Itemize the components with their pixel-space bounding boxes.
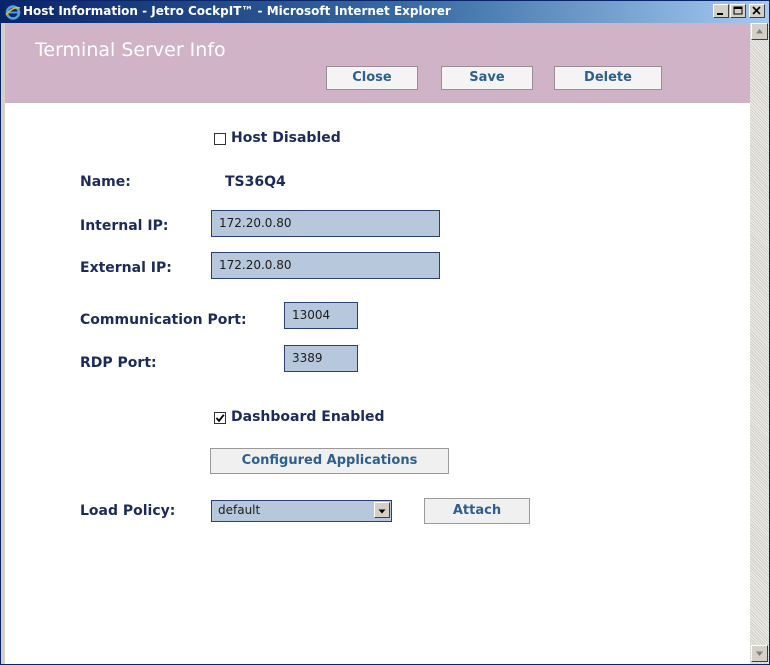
internal-ip-input[interactable]: 172.20.0.80 — [211, 210, 440, 237]
checkmark-icon — [215, 414, 225, 423]
maximize-button[interactable] — [730, 4, 746, 18]
page-header: Terminal Server Info Close Save Delete — [5, 23, 750, 103]
minimize-icon — [717, 13, 723, 15]
dropdown-arrow-button[interactable] — [374, 502, 390, 518]
attach-button[interactable]: Attach — [424, 498, 530, 524]
communication-port-label: Communication Port: — [80, 312, 247, 328]
configured-applications-button[interactable]: Configured Applications — [210, 448, 449, 474]
load-policy-selected: default — [218, 503, 261, 517]
browser-window: Host Information - Jetro CockpIT™ - Micr… — [0, 0, 770, 665]
scroll-up-button[interactable] — [751, 23, 768, 40]
window-close-button[interactable] — [749, 4, 765, 18]
maximize-icon — [733, 6, 743, 15]
load-policy-label: Load Policy: — [80, 503, 176, 519]
rdp-port-label: RDP Port: — [80, 355, 157, 371]
external-ip-input[interactable]: 172.20.0.80 — [211, 252, 440, 279]
delete-button[interactable]: Delete — [554, 66, 662, 90]
page-title: Terminal Server Info — [35, 39, 226, 61]
dashboard-enabled-checkbox[interactable] — [214, 412, 226, 424]
title-bar[interactable]: Host Information - Jetro CockpIT™ - Micr… — [1, 1, 769, 23]
ie-icon — [5, 4, 21, 20]
load-policy-select[interactable]: default — [211, 500, 392, 522]
host-disabled-checkbox[interactable] — [214, 133, 226, 145]
save-button[interactable]: Save — [441, 66, 533, 90]
name-label: Name: — [80, 174, 131, 190]
external-ip-label: External IP: — [80, 260, 172, 276]
scroll-down-button[interactable] — [751, 645, 768, 662]
minimize-button[interactable] — [713, 4, 729, 18]
rdp-port-input[interactable]: 3389 — [284, 345, 358, 372]
dashboard-enabled-label: Dashboard Enabled — [231, 409, 385, 425]
communication-port-input[interactable]: 13004 — [284, 302, 358, 329]
page-content: Terminal Server Info Close Save Delete H… — [5, 23, 750, 664]
internal-ip-label: Internal IP: — [80, 218, 169, 234]
window-title: Host Information - Jetro CockpIT™ - Micr… — [23, 4, 451, 18]
name-value: TS36Q4 — [225, 174, 286, 190]
arrow-down-icon — [756, 651, 763, 656]
close-button[interactable]: Close — [326, 66, 418, 90]
arrow-up-icon — [756, 29, 763, 34]
host-disabled-label: Host Disabled — [231, 130, 341, 146]
vertical-scrollbar[interactable] — [750, 23, 769, 664]
chevron-down-icon — [378, 509, 386, 514]
close-icon — [752, 6, 761, 15]
